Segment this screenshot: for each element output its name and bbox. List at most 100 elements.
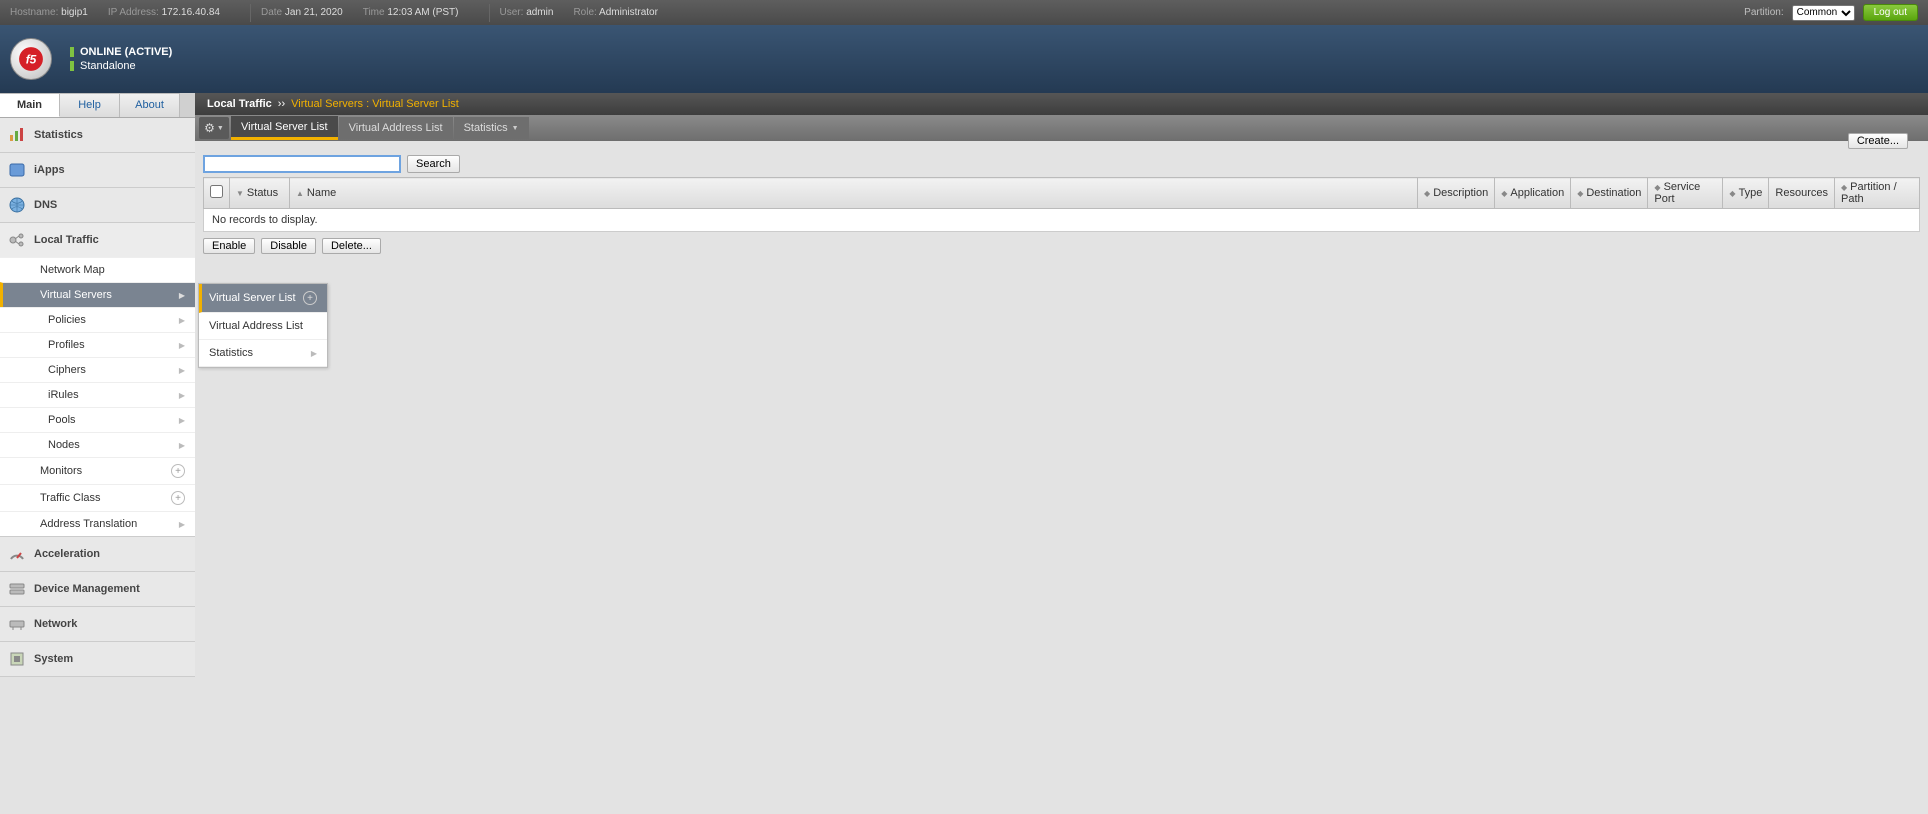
nav-profiles[interactable]: Profiles▶ — [0, 332, 195, 357]
col-resources[interactable]: Resources — [1775, 187, 1828, 199]
disable-button[interactable]: Disable — [261, 238, 316, 254]
nav-acceleration[interactable]: Acceleration — [0, 537, 195, 571]
nav-ciphers[interactable]: Ciphers▶ — [0, 357, 195, 382]
col-application[interactable]: Application — [1510, 187, 1564, 199]
status-indicator-icon — [70, 47, 74, 57]
col-partition[interactable]: Partition / Path — [1841, 181, 1897, 205]
nav-pools[interactable]: Pools▶ — [0, 407, 195, 432]
nav-virtual-servers[interactable]: Virtual Servers▶ Virtual Server List + V… — [0, 282, 195, 307]
role-value: Administrator — [599, 7, 658, 18]
subtab-statistics[interactable]: Statistics▼ — [454, 117, 529, 139]
status-indicator-icon — [70, 61, 74, 71]
col-description[interactable]: Description — [1433, 187, 1488, 199]
partition-label: Partition: — [1744, 7, 1783, 18]
f5-logo-icon: f5 — [10, 38, 52, 80]
nav-device-management[interactable]: Device Management — [0, 572, 195, 606]
flyout-virtual-address-list[interactable]: Virtual Address List — [199, 313, 327, 340]
nav-traffic-class[interactable]: Traffic Class+ — [0, 484, 195, 511]
top-bar: Hostname: bigip1 IP Address: 172.16.40.8… — [0, 0, 1928, 25]
add-icon[interactable]: + — [303, 291, 317, 305]
add-icon[interactable]: + — [171, 464, 185, 478]
time-label: Time — [363, 7, 385, 18]
sort-icon[interactable]: ◆ — [1424, 189, 1430, 198]
partition-select[interactable]: Common — [1792, 5, 1855, 21]
sort-icon[interactable]: ◆ — [1577, 189, 1583, 198]
col-type[interactable]: Type — [1739, 187, 1763, 199]
tab-about[interactable]: About — [120, 93, 180, 117]
online-status: ONLINE (ACTIVE) — [80, 46, 172, 58]
nav-monitors[interactable]: Monitors+ — [0, 457, 195, 484]
options-menu-button[interactable]: ⚙▼ — [199, 117, 229, 139]
chevron-right-icon: ▶ — [179, 416, 185, 425]
chevron-right-icon: ▶ — [179, 441, 185, 450]
nav-local-traffic[interactable]: Local Traffic — [0, 223, 195, 257]
create-button[interactable]: Create... — [1848, 133, 1908, 149]
enable-button[interactable]: Enable — [203, 238, 255, 254]
user-label: User: — [500, 7, 524, 18]
sort-icon[interactable]: ◆ — [1841, 183, 1847, 192]
col-destination[interactable]: Destination — [1586, 187, 1641, 199]
tab-help[interactable]: Help — [60, 93, 120, 117]
divider — [250, 4, 251, 22]
chevron-right-icon: ▶ — [311, 349, 317, 358]
nav-network[interactable]: Network — [0, 607, 195, 641]
col-name[interactable]: Name — [307, 187, 336, 199]
sort-icon[interactable]: ◆ — [1501, 189, 1507, 198]
ip-value: 172.16.40.84 — [162, 7, 220, 18]
svg-text:f5: f5 — [26, 52, 37, 66]
empty-message: No records to display. — [204, 209, 1920, 232]
main-content: Local Traffic ›› Virtual Servers : Virtu… — [195, 93, 1928, 677]
nav-local-traffic-section: Local Traffic Network Map Virtual Server… — [0, 223, 195, 537]
nav-network-map[interactable]: Network Map — [0, 257, 195, 282]
nav-address-translation[interactable]: Address Translation▶ — [0, 511, 195, 536]
select-all-checkbox[interactable] — [210, 185, 223, 198]
sort-asc-icon[interactable]: ▲ — [296, 189, 304, 198]
nav-policies[interactable]: Policies▶ — [0, 307, 195, 332]
breadcrumb-sep: ›› — [278, 98, 285, 110]
subtab-virtual-address-list[interactable]: Virtual Address List — [339, 117, 453, 139]
sub-tabs: ⚙▼ Virtual Server List Virtual Address L… — [195, 115, 1928, 141]
date-value: Jan 21, 2020 — [285, 7, 343, 18]
nav-system[interactable]: System — [0, 642, 195, 676]
breadcrumb: Local Traffic ›› Virtual Servers : Virtu… — [195, 93, 1928, 115]
subtab-virtual-server-list[interactable]: Virtual Server List — [231, 116, 338, 140]
logout-button[interactable]: Log out — [1863, 4, 1918, 21]
chevron-right-icon: ▶ — [179, 366, 185, 375]
search-button[interactable]: Search — [407, 155, 460, 173]
main-tab-bar: Main Help About — [0, 93, 195, 118]
gauge-icon — [8, 545, 26, 563]
virtual-servers-flyout: Virtual Server List + Virtual Address Li… — [198, 283, 328, 368]
divider — [489, 4, 490, 22]
apps-icon — [8, 161, 26, 179]
filter-icon[interactable]: ▼ — [236, 189, 244, 198]
chevron-right-icon: ▶ — [179, 316, 185, 325]
nav-nodes[interactable]: Nodes▶ — [0, 432, 195, 457]
nav-iapps[interactable]: iApps — [0, 153, 195, 187]
ip-label: IP Address: — [108, 7, 159, 18]
network-icon — [8, 615, 26, 633]
flyout-statistics[interactable]: Statistics▶ — [199, 340, 327, 367]
caret-down-icon: ▼ — [512, 125, 519, 132]
caret-down-icon: ▼ — [217, 125, 224, 132]
chart-icon — [8, 126, 26, 144]
sort-icon[interactable]: ◆ — [1729, 189, 1735, 198]
nav-irules[interactable]: iRules▶ — [0, 382, 195, 407]
flyout-virtual-server-list[interactable]: Virtual Server List + — [199, 284, 327, 313]
chevron-right-icon: ▶ — [179, 291, 185, 300]
hostname-label: Hostname: — [10, 7, 58, 18]
nav-dns[interactable]: DNS — [0, 188, 195, 222]
role-label: Role: — [573, 7, 596, 18]
col-service-port[interactable]: Service Port — [1654, 181, 1700, 205]
add-icon[interactable]: + — [171, 491, 185, 505]
sort-icon[interactable]: ◆ — [1654, 183, 1660, 192]
left-nav: Main Help About Statistics iApps DNS Loc… — [0, 93, 195, 677]
system-icon — [8, 650, 26, 668]
nav-statistics[interactable]: Statistics — [0, 118, 195, 152]
search-input[interactable] — [203, 155, 401, 173]
standalone-status: Standalone — [80, 60, 136, 72]
gear-icon: ⚙ — [204, 121, 215, 135]
delete-button[interactable]: Delete... — [322, 238, 381, 254]
col-status[interactable]: Status — [247, 187, 278, 199]
tab-main[interactable]: Main — [0, 93, 60, 117]
local-traffic-icon — [8, 231, 26, 249]
